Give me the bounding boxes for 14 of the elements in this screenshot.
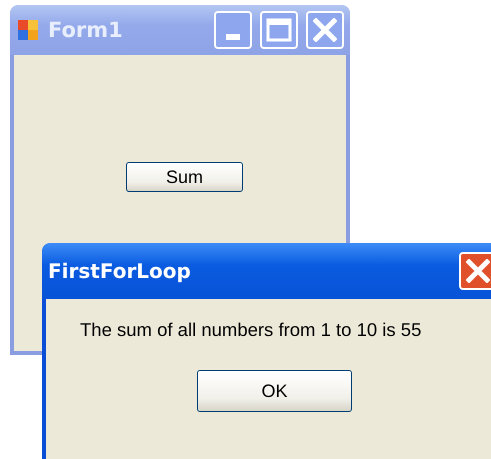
message-text: The sum of all numbers from 1 to 10 is 55 (80, 319, 422, 341)
sum-button[interactable]: Sum (126, 162, 243, 192)
app-icon (16, 18, 40, 42)
close-icon (313, 18, 337, 42)
maximize-icon (266, 18, 292, 42)
minimize-icon (226, 34, 240, 40)
window-title: Form1 (48, 18, 124, 42)
maximize-button[interactable] (260, 11, 298, 49)
ok-button[interactable]: OK (197, 370, 352, 412)
close-button[interactable] (459, 252, 491, 290)
close-button[interactable] (306, 11, 344, 49)
window-title: FirstForLoop (48, 259, 192, 283)
minimize-button[interactable] (214, 11, 252, 49)
close-icon (466, 259, 490, 283)
